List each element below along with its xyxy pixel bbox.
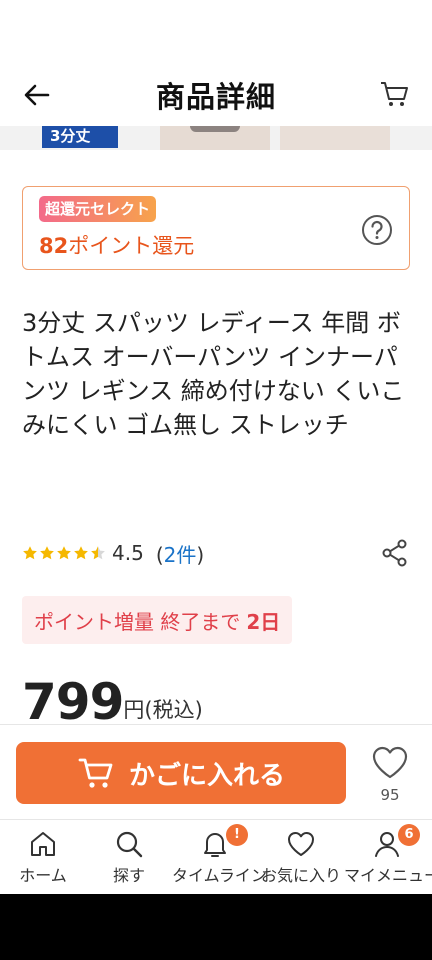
price-unit: 円(税込) [123,698,203,722]
review-count[interactable]: 2件 [164,543,197,567]
status-bar [0,0,432,64]
price-amount: 799 [22,673,124,731]
hero-badge: 3分丈 [42,126,118,148]
star-icon [74,546,88,560]
review-paren-close: ) [196,542,205,567]
review-count-link[interactable]: (2件) [156,539,204,568]
review-paren-open: ( [155,542,164,567]
point-reward-text: 82ポイント還元 [39,230,194,260]
tab-home[interactable]: ホーム [0,828,86,888]
page-title: 商品詳細 [155,80,276,114]
add-to-cart-button[interactable]: かごに入れる [16,742,346,804]
tab-favorites[interactable]: お気に入り [258,828,344,888]
tab-label: ホーム [19,866,67,885]
product-image-shade [190,126,240,132]
tab-label: 探す [112,866,145,885]
rating-value: 4.5 [112,541,144,565]
point-suffix: ポイント還元 [68,234,195,258]
search-icon [116,831,143,858]
product-image-strip[interactable]: 3分丈 [0,126,432,150]
cart-icon [78,758,113,788]
rating-row: 4.5 (2件) [22,538,414,568]
tab-timeline[interactable]: ! タイムライン [172,824,267,888]
star-rating [22,545,106,561]
home-icon [31,832,55,856]
heart-icon [288,832,314,856]
tab-label: タイムライン [172,866,267,885]
tab-label: お気に入り [260,866,341,885]
select-tag: 超還元セレクト [39,196,157,222]
favorite-button[interactable]: 95 [368,743,412,807]
star-icon [40,546,54,560]
buy-bar: かごに入れる 95 [0,725,432,819]
star-half-icon [91,546,105,560]
header: 商品詳細 [0,64,432,126]
point-amount: 82 [39,234,69,258]
promo-text: ポイント増量 終了まで [34,609,241,634]
question-icon[interactable] [361,214,393,246]
tab-search[interactable]: 探す [86,828,172,888]
system-nav-bar [0,894,432,960]
favorite-count: 95 [380,786,400,804]
tab-my-menu[interactable]: 6 マイメニュー [344,824,432,888]
add-to-cart-label: かごに入れる [128,760,285,791]
star-icon [23,546,37,560]
bottom-tab-bar: ホーム 探す ! タイムライン お気に入り 6 マイメニュー [0,820,432,894]
price-row: 799 円(税込) [22,666,203,730]
notification-badge: ! [226,824,248,846]
notification-badge: 6 [398,824,420,846]
point-reward-box: 超還元セレクト 82ポイント還元 [22,186,410,270]
product-title: 3分丈 スパッツ レディース 年間 ボトムス オーバーパンツ インナーパンツ レ… [22,309,405,439]
tab-label: マイメニュー [344,866,432,885]
cart-icon[interactable] [378,77,412,111]
back-arrow-icon[interactable] [20,78,54,112]
star-icon [57,546,71,560]
product-image-part [280,126,390,150]
point-promo-banner: ポイント増量 終了まで 2日 [22,596,293,644]
share-icon[interactable] [380,538,410,568]
heart-icon [372,746,408,779]
promo-days: 2日 [246,609,281,634]
